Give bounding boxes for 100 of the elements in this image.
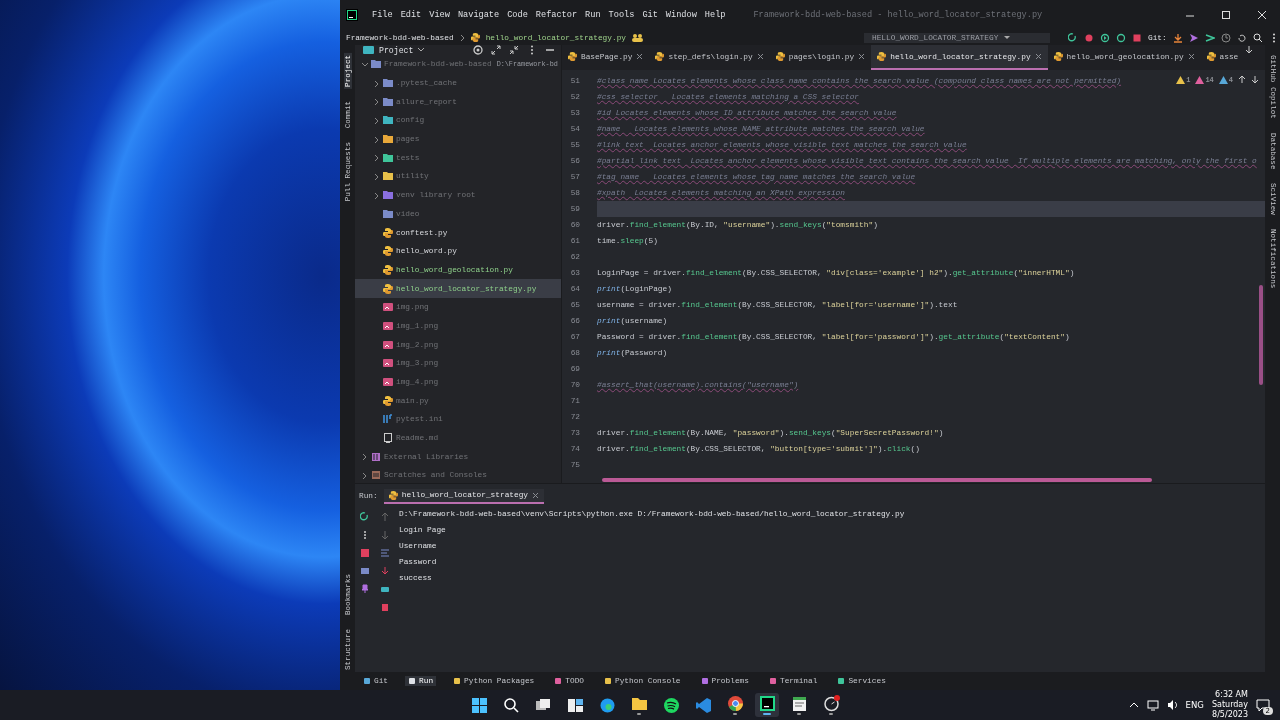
collapse-icon — [509, 45, 519, 55]
close-icon — [1034, 53, 1042, 60]
tool-icon — [768, 677, 777, 685]
warning-icon — [1176, 75, 1186, 84]
rerun-icon — [1068, 32, 1078, 43]
taskbar-app[interactable] — [755, 693, 779, 717]
close-icon — [532, 491, 540, 499]
update-icon — [1172, 32, 1183, 43]
notepad-icon — [790, 695, 808, 712]
chevron-right-icon — [459, 33, 465, 42]
tool-icon — [453, 677, 462, 685]
history-icon — [1220, 32, 1231, 43]
target-icon — [473, 45, 483, 55]
menu-item[interactable]: Code — [503, 8, 532, 22]
scroll-to-end-icon — [380, 566, 390, 576]
arrow-up-icon — [380, 512, 390, 522]
users-icon — [632, 33, 643, 42]
pin-icon — [360, 584, 370, 594]
scrollbar-thumb[interactable] — [602, 478, 1152, 482]
menu-item[interactable]: Git — [638, 8, 662, 22]
search-icon — [1252, 32, 1263, 43]
python-file-icon — [775, 52, 785, 61]
clock-day: Saturday — [1211, 700, 1248, 710]
clock-date: 8/5/2023 — [1212, 710, 1248, 720]
arrow-down-icon — [380, 530, 390, 540]
menu-item[interactable]: View — [425, 8, 454, 22]
print-icon — [380, 584, 390, 594]
tool-icon — [837, 677, 846, 685]
window-title: Framework-bdd-web-based - hello_word_locator_strategy.py — [753, 10, 1043, 20]
close-icon — [756, 53, 764, 60]
library-icon — [371, 451, 381, 462]
caret-icon — [418, 48, 425, 52]
image-file-icon — [383, 358, 393, 369]
browser-icon — [598, 696, 616, 714]
arrow-down-icon — [1251, 75, 1259, 84]
python-file-icon — [1206, 52, 1216, 61]
menu-item[interactable]: Run — [581, 8, 605, 22]
menu-item[interactable]: Edit — [396, 8, 426, 22]
menu-item[interactable]: Help — [700, 8, 730, 22]
image-file-icon — [383, 339, 393, 350]
maximize-icon — [1222, 11, 1230, 19]
error-icon — [1195, 75, 1205, 84]
folder-icon — [363, 45, 374, 55]
commit-icon — [1204, 32, 1215, 43]
python-file-icon — [1053, 52, 1063, 61]
chevron-up-icon — [1128, 701, 1139, 709]
close-icon — [636, 53, 644, 60]
close-icon — [1258, 11, 1266, 19]
code-editor-icon — [694, 696, 712, 714]
folder-icon — [630, 695, 648, 712]
ide-icon — [758, 695, 776, 712]
menu-item[interactable]: Refactor — [531, 8, 582, 22]
soft-wrap-icon — [380, 548, 390, 558]
image-file-icon — [383, 320, 393, 331]
arrow-up-icon — [1238, 75, 1246, 84]
python-file-icon — [383, 246, 393, 257]
language-indicator[interactable]: ENG — [1185, 700, 1204, 710]
tool-icon — [604, 677, 612, 685]
debug-icon — [1084, 32, 1094, 43]
menu-item[interactable]: File — [368, 8, 397, 22]
python-file-icon — [388, 490, 398, 500]
stop-icon — [1132, 32, 1142, 43]
tool-icon — [408, 677, 417, 685]
python-file-icon — [383, 264, 393, 275]
clock-time: 6:32 AM — [1215, 690, 1248, 700]
python-file-icon — [568, 52, 577, 61]
menu-item[interactable]: Navigate — [453, 8, 504, 22]
widgets-icon — [566, 696, 584, 714]
python-file-icon — [877, 52, 887, 61]
typo-icon — [1218, 75, 1228, 84]
close-icon — [1187, 53, 1195, 60]
caret-icon — [1004, 36, 1011, 39]
rerun-icon — [360, 512, 370, 522]
volume-icon — [1166, 699, 1178, 711]
python-file-icon — [383, 227, 393, 238]
python-file-icon — [655, 52, 665, 61]
menu-item[interactable]: Tools — [604, 8, 639, 22]
tool-icon — [700, 677, 709, 685]
browser-icon — [726, 695, 744, 712]
windows-start-icon — [470, 696, 488, 714]
app-icon — [822, 695, 840, 712]
image-file-icon — [383, 302, 393, 313]
menu-item[interactable]: Window — [661, 8, 701, 22]
layout-icon — [360, 566, 370, 576]
network-icon — [1146, 699, 1159, 711]
tool-icon — [554, 677, 563, 685]
pycharm-logo-icon — [346, 9, 358, 21]
scrollbar-thumb[interactable] — [1259, 285, 1263, 385]
document-icon — [383, 433, 393, 444]
image-file-icon — [383, 377, 393, 388]
delete-icon — [380, 602, 390, 612]
panel-title[interactable]: Project — [379, 45, 414, 55]
python-file-icon — [383, 395, 393, 406]
tool-icon — [363, 677, 371, 685]
push-icon — [1188, 32, 1199, 43]
chevron-down-icon — [1244, 45, 1255, 55]
expand-icon — [491, 45, 501, 55]
stop-icon — [360, 548, 370, 558]
settings-file-icon — [383, 414, 393, 425]
python-file-icon — [470, 33, 480, 42]
